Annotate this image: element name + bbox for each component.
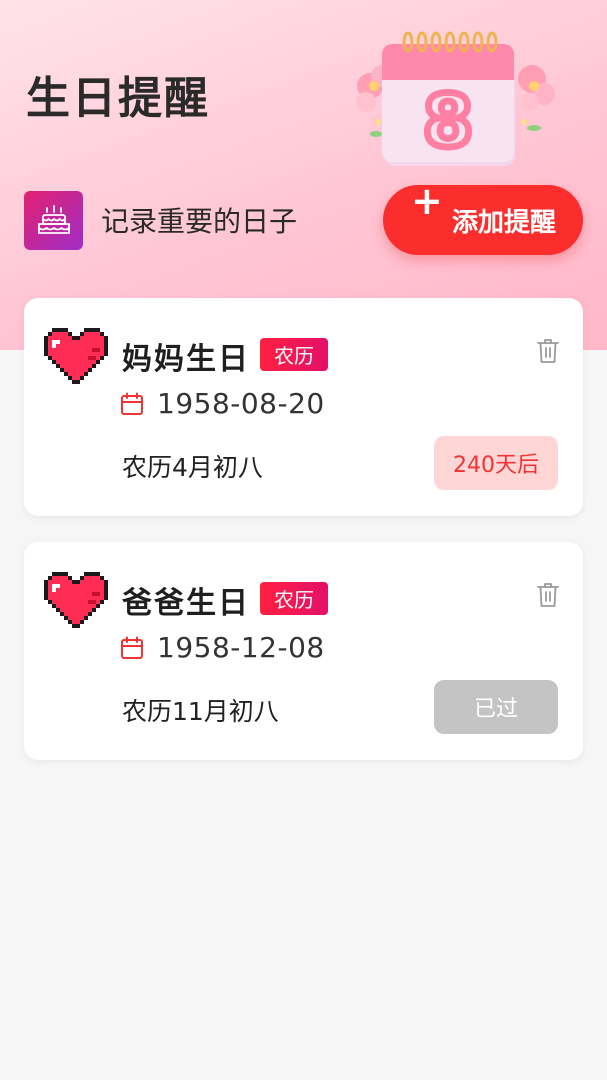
plus-icon: + [411, 179, 443, 223]
reminder-name: 妈妈生日 [122, 342, 250, 377]
pixel-heart-icon [44, 572, 108, 628]
status-badge: 已过 [434, 680, 558, 734]
cake-icon [24, 190, 83, 250]
add-reminder-label: 添加提醒 [451, 207, 556, 238]
birthday-reminder-page: 生日提醒 8 记录重要的日子 + 添加提醒 妈妈生日 农历 1958-08-20… [0, 0, 607, 1080]
subtitle-row: 记录重要的日子 [24, 190, 297, 250]
lunar-date: 农历4月初八 [122, 453, 263, 482]
lunar-badge: 农历 [260, 582, 328, 615]
calendar-number: 8 [423, 79, 473, 163]
pixel-heart-icon [44, 328, 108, 384]
reminder-date: 1958-12-08 [157, 631, 325, 664]
add-reminder-button[interactable]: + 添加提醒 [383, 179, 583, 255]
lunar-badge: 农历 [260, 338, 328, 371]
page-subtitle: 记录重要的日子 [101, 205, 298, 238]
lunar-date: 农历11月初八 [122, 697, 279, 726]
calendar-decoration-icon: 8 [356, 31, 555, 167]
reminder-name: 爸爸生日 [122, 586, 250, 621]
status-badge: 240天后 [434, 436, 558, 490]
trash-icon[interactable] [536, 338, 560, 364]
trash-icon[interactable] [536, 582, 560, 608]
reminder-card[interactable]: 爸爸生日 农历 1958-12-08 农历11月初八 已过 [24, 542, 583, 760]
reminder-date: 1958-08-20 [157, 387, 325, 420]
calendar-icon [121, 392, 143, 415]
reminder-card[interactable]: 妈妈生日 农历 1958-08-20 农历4月初八 240天后 [24, 298, 583, 516]
page-title: 生日提醒 [26, 73, 210, 124]
calendar-icon [121, 636, 143, 659]
